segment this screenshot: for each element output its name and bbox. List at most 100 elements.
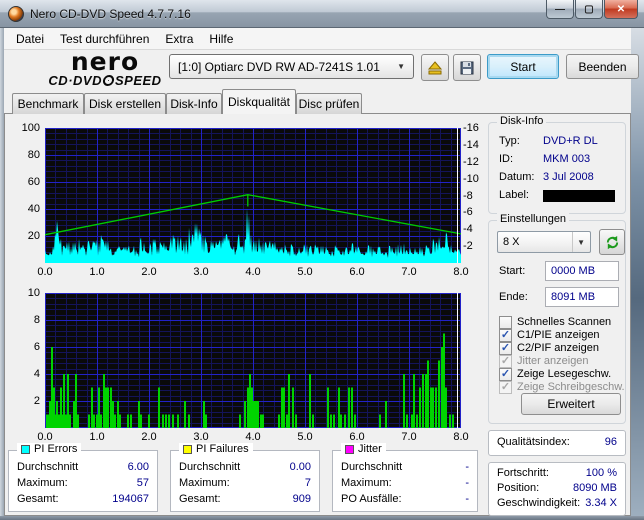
checkbox-c1-pie-anzeigen[interactable]: ✓ C1/PIE anzeigen (499, 328, 600, 342)
stats-panel-legend: PI Errors (17, 443, 82, 455)
checkbox-c2-pif-anzeigen[interactable]: ✓ C2/PIF anzeigen (499, 341, 599, 355)
checkbox-box[interactable]: ✓ (499, 328, 512, 342)
y-left-tick: 100 (21, 122, 40, 134)
checkbox-schnelles-scannen[interactable]: Schnelles Scannen (499, 315, 611, 329)
y-left-tick: 6 (33, 341, 40, 353)
y-right-tick: -10 (463, 172, 479, 185)
disk-info-value: DVD+R DL (543, 135, 598, 147)
quit-button[interactable]: Beenden (566, 54, 639, 79)
tab-disc-pr-fen[interactable]: Disc prüfen (296, 93, 362, 114)
scan-end-value: 8091 MB (551, 291, 596, 303)
stats-row: Maximum: 7 (179, 477, 311, 489)
legend-color-icon (183, 444, 192, 454)
disk-info-label: Datum: (499, 171, 535, 183)
menu-item-test-durchf-hren[interactable]: Test durchführen (52, 29, 157, 49)
checkbox-box[interactable]: ✓ (499, 341, 512, 355)
minimize-button[interactable]: — (546, 0, 574, 19)
app-window: Nero CD-DVD Speed 4.7.7.16 — ▢ ✕ Datei Te… (0, 0, 644, 520)
stats-panel-title: Jitter (358, 443, 382, 455)
tab-disk-erstellen[interactable]: Disk erstellen (84, 93, 166, 114)
tab-disk-info[interactable]: Disk-Info (166, 93, 222, 114)
checkbox-label: Zeige Schreibgeschw. (517, 381, 625, 393)
checkbox-box[interactable]: ✓ (499, 367, 512, 381)
stats-value: 0.00 (289, 461, 311, 473)
progress-label: Geschwindigkeit: (497, 497, 581, 509)
stats-row: Gesamt: 194067 (17, 493, 149, 505)
tab-benchmark[interactable]: Benchmark (12, 93, 84, 114)
x-tick: 8.0 (453, 266, 469, 278)
disc-icon (102, 75, 115, 86)
y-left-tick: 4 (33, 368, 40, 380)
disk-info-label: Label: (499, 189, 529, 201)
stats-panel-legend: Jitter (341, 443, 386, 455)
x-tick: 4.0 (245, 266, 261, 278)
y-left-tick: 40 (27, 203, 40, 215)
disk-info-value: 3 Jul 2008 (543, 171, 594, 183)
app-icon (8, 5, 24, 22)
disk-info-group: Disk-Info Typ: DVD+R DL ID: MKM 003 Datum: 3 … (488, 115, 626, 214)
toolbar: nero CD·DVD SPEED [1:0] Optiarc DVD RW A… (4, 47, 639, 88)
chevron-down-icon: ▼ (397, 62, 405, 71)
checkbox-box: ✓ (499, 354, 512, 368)
stats-panel-legend: PI Failures (179, 443, 253, 455)
stats-row: Durchschnitt 6.00 (17, 461, 149, 473)
eject-button[interactable] (421, 54, 449, 81)
start-button-label: Start (510, 59, 536, 74)
stats-row: Gesamt: 909 (179, 493, 311, 505)
nero-logo: nero CD·DVD SPEED (30, 47, 180, 88)
menu-item-datei[interactable]: Datei (8, 29, 52, 49)
title-bar[interactable]: Nero CD-DVD Speed 4.7.7.16 — ▢ ✕ (0, 0, 644, 28)
scan-speed-select[interactable]: 8 X ▼ (497, 231, 591, 253)
maximize-button[interactable]: ▢ (575, 0, 603, 19)
checkbox-label: Schnelles Scannen (517, 316, 612, 328)
quality-index-value: 96 (604, 436, 617, 448)
stats-label: Durchschnitt (17, 461, 79, 473)
checkbox-jitter-anzeigen: ✓ Jitter anzeigen (499, 354, 589, 368)
stats-value: 7 (304, 477, 311, 489)
checkbox-label: C2/PIF anzeigen (517, 342, 599, 354)
disk-info-row: ID: MKM 003 (499, 153, 617, 165)
drive-select-value: [1:0] Optiarc DVD RW AD-7241S 1.01 (178, 59, 380, 74)
stats-panel-jitter: Jitter Durchschnitt - Maximum: - PO Ausfälle:… (332, 443, 478, 512)
stats-row: Maximum: - (341, 477, 469, 489)
nero-logo-text: nero (70, 47, 140, 76)
stats-label: Maximum: (341, 477, 392, 489)
legend-color-icon (345, 444, 354, 454)
x-tick: 6.0 (349, 431, 365, 443)
refresh-button[interactable] (599, 229, 625, 255)
settings-group: Einstellungen 8 X ▼ Start: 0000 MB Ende:… (488, 213, 626, 424)
stats-panel-title: PI Failures (196, 443, 249, 455)
menu-item-hilfe[interactable]: Hilfe (201, 29, 241, 49)
scan-end-field[interactable]: 8091 MB (545, 287, 619, 307)
scan-start-field[interactable]: 0000 MB (545, 261, 619, 281)
save-button[interactable] (453, 54, 481, 81)
menu-item-extra[interactable]: Extra (157, 29, 201, 49)
stats-row: Maximum: 57 (17, 477, 149, 489)
start-button[interactable]: Start (487, 54, 559, 79)
window-title: Nero CD-DVD Speed 4.7.7.16 (30, 6, 191, 21)
checkbox-zeige-lesegeschw-[interactable]: ✓ Zeige Lesegeschw. (499, 367, 611, 381)
stats-label: Durchschnitt (179, 461, 241, 473)
y-left-tick: 10 (27, 287, 40, 299)
save-icon (460, 61, 474, 74)
checkbox-box[interactable] (499, 315, 512, 329)
stats-label: PO Ausfälle: (341, 493, 402, 505)
x-tick: 0.0 (37, 431, 53, 443)
drive-select[interactable]: [1:0] Optiarc DVD RW AD-7241S 1.01 ▼ (169, 54, 414, 79)
progress-row: Geschwindigkeit: 3.34 X (497, 497, 617, 509)
x-tick: 2.0 (141, 431, 157, 443)
x-tick: 1.0 (89, 431, 105, 443)
stats-value: - (465, 477, 469, 489)
y-right-tick: -2 (463, 240, 473, 253)
advanced-button[interactable]: Erweitert (521, 393, 621, 415)
scan-speed-value: 8 X (503, 236, 520, 248)
stats-label: Maximum: (179, 477, 230, 489)
stats-value: - (465, 461, 469, 473)
logo-cddvd-text: CD·DVD (48, 73, 102, 88)
x-tick: 3.0 (193, 266, 209, 278)
y-left-tick: 60 (27, 176, 40, 188)
tab-diskqualit-t[interactable]: Diskqualität (222, 89, 296, 114)
close-button[interactable]: ✕ (604, 0, 638, 19)
disk-info-value: MKM 003 (543, 153, 591, 165)
x-tick: 5.0 (297, 266, 313, 278)
